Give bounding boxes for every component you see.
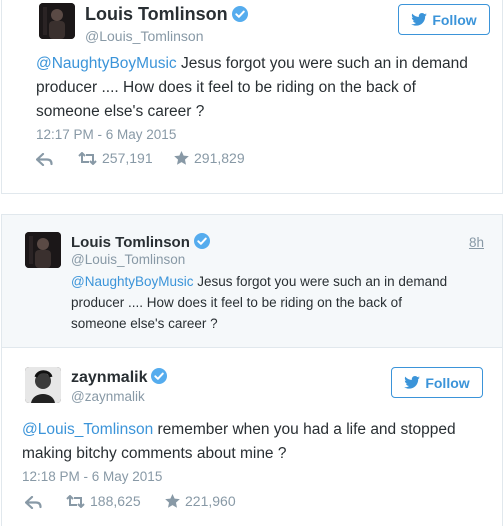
tweet-text-line-1: @NaughtyBoyMusic Jesus forgot you were s…: [36, 52, 468, 76]
avatar-louis-quoted[interactable]: [25, 232, 61, 268]
tweet-text-line-1: @Louis_Tomlinson remember when you had a…: [22, 418, 456, 442]
reply-button[interactable]: [25, 496, 42, 509]
favorite-button[interactable]: 291,829: [174, 150, 245, 166]
quoted-author-name[interactable]: Louis Tomlinson: [71, 233, 210, 251]
favorite-count: 291,829: [194, 150, 245, 166]
quoted-author-name-text[interactable]: Louis Tomlinson: [71, 234, 190, 251]
twitter-bird-icon: [411, 13, 428, 26]
author-handle[interactable]: @zaynmalik: [71, 389, 145, 404]
tweet-text-line-2: producer .... How does it feel to be rid…: [36, 79, 416, 96]
verified-badge-icon: [231, 6, 248, 22]
quoted-tweet[interactable]: Louis Tomlinson @Louis_Tomlinson 8h @Nau…: [2, 215, 502, 348]
star-icon: [174, 151, 189, 165]
author-name[interactable]: zaynmalik: [71, 368, 168, 387]
tweet-timestamp[interactable]: 12:18 PM - 6 May 2015: [22, 469, 162, 484]
twitter-bird-icon: [404, 376, 421, 389]
follow-button[interactable]: Follow: [391, 367, 483, 398]
author-handle[interactable]: @Louis_Tomlinson: [85, 28, 204, 44]
author-name[interactable]: Louis Tomlinson: [85, 4, 248, 25]
quoted-text-line-3: someone else's career ?: [71, 316, 218, 331]
reply-icon: [25, 496, 42, 509]
retweet-icon: [78, 151, 97, 165]
quoted-text: Jesus forgot you were such an in demand: [193, 274, 448, 289]
retweet-count: 188,625: [90, 493, 141, 509]
quoted-mention-link[interactable]: @NaughtyBoyMusic: [71, 274, 194, 289]
star-icon: [165, 494, 180, 508]
retweet-button[interactable]: 257,191: [78, 150, 153, 166]
retweet-icon: [66, 494, 85, 508]
follow-button[interactable]: Follow: [398, 4, 490, 35]
mention-link[interactable]: @Louis_Tomlinson: [22, 421, 153, 438]
tweet-text: Jesus forgot you were such an in demand: [176, 55, 468, 72]
avatar-zayn[interactable]: [25, 367, 61, 403]
follow-button-label: Follow: [425, 374, 470, 391]
quoted-text-line-2: producer .... How does it feel to be rid…: [71, 295, 402, 310]
favorite-count: 221,960: [185, 493, 236, 509]
avatar-louis[interactable]: [39, 3, 75, 39]
quoted-text-line-1: @NaughtyBoyMusic Jesus forgot you were s…: [71, 271, 447, 292]
author-name-text[interactable]: zaynmalik: [71, 369, 147, 386]
quoted-author-handle[interactable]: @Louis_Tomlinson: [71, 252, 185, 267]
retweet-button[interactable]: 188,625: [66, 493, 141, 509]
reply-icon: [36, 153, 53, 166]
quoted-tweet-age[interactable]: 8h: [469, 235, 484, 250]
follow-button-label: Follow: [432, 11, 477, 28]
verified-badge-icon: [193, 233, 210, 249]
retweet-count: 257,191: [102, 150, 153, 166]
tweet-text: remember when you had a life and stopped: [153, 421, 456, 438]
verified-badge-icon: [151, 368, 168, 384]
mention-link[interactable]: @NaughtyBoyMusic: [36, 55, 177, 72]
reply-button[interactable]: [36, 153, 53, 166]
tweet-text-line-2: making bitchy comments about mine ?: [22, 445, 287, 462]
favorite-button[interactable]: 221,960: [165, 493, 236, 509]
tweet-text-line-3: someone else's career ?: [36, 103, 205, 120]
tweet-card-louis: Louis Tomlinson @Louis_Tomlinson Follow …: [1, 0, 503, 194]
tweet-card-zayn: Louis Tomlinson @Louis_Tomlinson 8h @Nau…: [1, 214, 503, 526]
tweet-timestamp[interactable]: 12:17 PM - 6 May 2015: [36, 127, 176, 142]
author-name-text[interactable]: Louis Tomlinson: [85, 4, 228, 24]
